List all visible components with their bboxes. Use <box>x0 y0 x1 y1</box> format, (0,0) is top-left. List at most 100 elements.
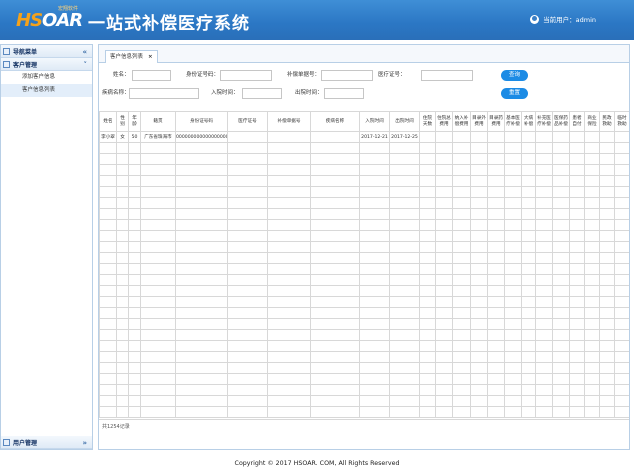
table-cell <box>175 307 228 319</box>
column-header: 姓名 <box>99 111 117 132</box>
table-cell <box>116 186 129 198</box>
admit-date-input[interactable] <box>242 88 282 99</box>
table-cell <box>227 329 268 341</box>
empty-table-row <box>99 285 629 297</box>
table-cell <box>175 230 228 242</box>
sidebar-section-customer[interactable]: 客户管理 ˅ <box>1 58 92 71</box>
sidebar-item-add-customer[interactable]: 添加客户信息 <box>1 71 92 84</box>
collapse-sidebar-icon[interactable]: « <box>82 48 87 56</box>
table-footer: 共1254记录 <box>99 419 629 434</box>
table-cell <box>487 351 505 363</box>
name-input[interactable] <box>132 70 171 81</box>
table-cell <box>389 186 420 198</box>
table-cell <box>487 131 505 143</box>
table-cell <box>435 296 453 308</box>
table-cell <box>584 373 600 385</box>
table-cell <box>435 329 453 341</box>
table-cell <box>227 318 268 330</box>
disease-input[interactable] <box>129 88 199 99</box>
table-cell <box>310 175 360 187</box>
chevron-up-icon[interactable]: » <box>82 439 87 447</box>
table-cell <box>504 274 522 286</box>
table-cell <box>267 230 311 242</box>
claim-no-input[interactable] <box>321 70 373 81</box>
table-cell <box>310 230 360 242</box>
table-cell <box>584 351 600 363</box>
table-cell <box>521 395 536 407</box>
table-cell <box>599 164 615 176</box>
table-cell <box>452 307 471 319</box>
sidebar-section-user[interactable]: 用户管理 » <box>1 436 92 449</box>
table-cell <box>452 241 471 253</box>
table-cell <box>419 131 436 143</box>
table-cell <box>584 230 600 242</box>
table-cell <box>116 263 129 275</box>
column-header: 年龄 <box>128 111 141 132</box>
table-row[interactable]: 李小翠女 50 广东省珠海市 000000000000000000 2017-12-21… <box>99 131 629 143</box>
table-cell <box>99 329 117 341</box>
table-cell <box>552 208 570 220</box>
close-icon[interactable]: × <box>148 51 153 63</box>
table-cell <box>435 252 453 264</box>
sidebar-item-customer-list[interactable]: 客户信息列表 <box>1 84 92 97</box>
reset-button[interactable]: 重置 <box>501 88 528 99</box>
table-cell <box>389 285 420 297</box>
table-cell <box>140 252 176 264</box>
table-cell <box>552 153 570 165</box>
table-cell <box>535 142 553 154</box>
chevron-down-icon[interactable]: ˅ <box>84 61 88 69</box>
medical-no-input[interactable] <box>421 70 473 81</box>
table-cell <box>419 373 436 385</box>
table-cell <box>140 197 176 209</box>
current-user[interactable]: 当前用户：admin <box>530 14 596 24</box>
customer-table: 姓名 性别 年龄 籍贯 身份证号码 医疗证号 补偿单据号 疾病名称 入院时间 出院时间 住院天数 住院… <box>99 111 629 434</box>
table-cell <box>310 307 360 319</box>
table-cell <box>487 285 505 297</box>
idcard-input[interactable] <box>220 70 272 81</box>
table-cell <box>175 373 228 385</box>
table-cell <box>470 197 488 209</box>
table-cell <box>614 252 629 264</box>
table-cell <box>435 351 453 363</box>
table-cell <box>310 219 360 231</box>
table-cell <box>267 307 311 319</box>
table-cell <box>175 142 228 154</box>
empty-table-row <box>99 395 629 407</box>
table-cell <box>521 373 536 385</box>
table-cell <box>310 186 360 198</box>
table-cell <box>452 164 471 176</box>
table-cell <box>435 230 453 242</box>
table-cell <box>614 186 629 198</box>
table-cell <box>599 197 615 209</box>
table-cell <box>99 142 117 154</box>
table-cell <box>470 318 488 330</box>
query-button[interactable]: 查询 <box>501 70 528 81</box>
table-cell <box>470 175 488 187</box>
discharge-date-input[interactable] <box>324 88 364 99</box>
table-cell <box>552 197 570 209</box>
table-cell <box>310 142 360 154</box>
table-cell <box>599 406 615 418</box>
table-cell <box>227 373 268 385</box>
table-cell <box>140 274 176 286</box>
table-cell <box>614 340 629 352</box>
table-cell <box>452 153 471 165</box>
table-cell <box>535 384 553 396</box>
table-cell <box>310 274 360 286</box>
table-cell <box>535 340 553 352</box>
table-cell <box>140 318 176 330</box>
column-header: 商业保险 <box>584 111 600 132</box>
table-cell <box>116 296 129 308</box>
table-cell <box>599 318 615 330</box>
table-cell <box>310 318 360 330</box>
copyright-text: Copyright © 2017 HSOAR. COM, All Rights … <box>234 460 400 467</box>
table-cell <box>419 230 436 242</box>
table-cell <box>175 362 228 374</box>
table-cell <box>552 351 570 363</box>
empty-table-row <box>99 219 629 231</box>
table-cell <box>584 307 600 319</box>
table-cell <box>227 296 268 308</box>
table-cell <box>310 208 360 220</box>
tab-customer-list[interactable]: 客户信息列表 × <box>105 50 158 63</box>
table-cell <box>569 164 585 176</box>
